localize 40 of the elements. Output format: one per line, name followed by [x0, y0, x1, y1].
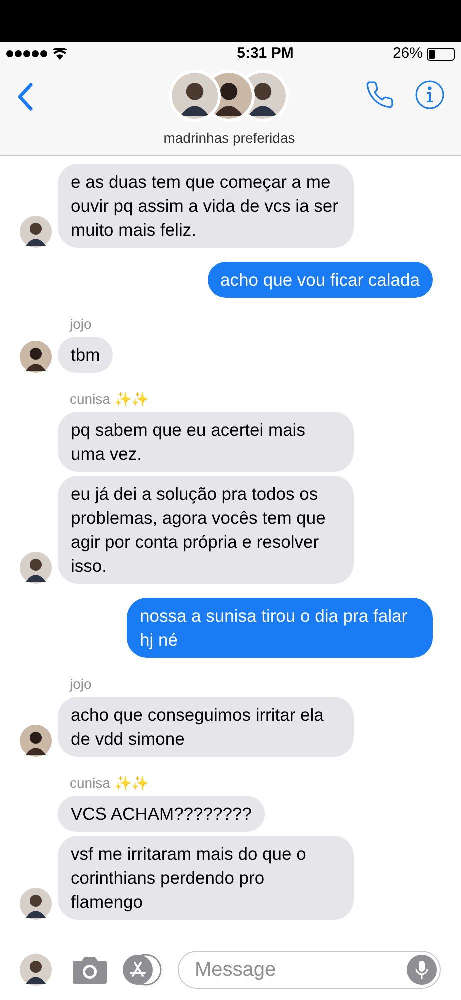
message-bubble: VCS ACHAM???????? [58, 796, 265, 832]
avatar-icon [20, 216, 52, 248]
wifi-icon [52, 48, 68, 60]
message-bubble: eu já dei a solução pra todos os problemas, agora vocês tem que agir por conta própria e resolver isso. [58, 476, 354, 584]
microphone-icon [415, 960, 429, 980]
info-button[interactable] [414, 80, 445, 110]
call-button[interactable] [364, 80, 395, 110]
back-button[interactable] [16, 82, 34, 112]
message-bubble: tbm [58, 337, 114, 373]
group-title: madrinhas preferidas [164, 129, 296, 148]
clock: 5:31 PM [237, 44, 294, 64]
avatar-icon [172, 73, 218, 119]
avatar-icon [20, 888, 52, 920]
back-icon [16, 82, 34, 112]
signal-icon [6, 50, 48, 58]
app-store-icon [122, 954, 164, 986]
avatar-icon [20, 341, 52, 373]
phone-icon [364, 80, 395, 110]
sender-name: jojo [68, 315, 93, 334]
battery-percent: 26% [392, 44, 423, 64]
avatar-icon [20, 552, 52, 584]
sender-name: cunisa ✨✨ [69, 390, 150, 409]
message-bubble: acho que vou ficar calada [208, 262, 433, 298]
message-bubble: acho que conseguimos irritar ela de vdd simone [58, 697, 354, 757]
microphone-button[interactable] [407, 955, 437, 985]
message-field[interactable]: Message [178, 951, 441, 989]
message-bubble: e as duas tem que começar a me ouvir pq assim a vida de vcs ia ser muito mais feliz. [58, 164, 354, 248]
group-avatars[interactable] [169, 70, 290, 122]
camera-icon [72, 955, 108, 985]
sender-name: jojo [68, 675, 93, 694]
message-bubble: nossa a sunisa tirou o dia pra falar hj né [127, 598, 433, 658]
avatar-icon [20, 954, 52, 986]
apps-button[interactable] [122, 954, 164, 986]
avatar-icon [20, 725, 52, 757]
sender-name: cunisa ✨✨ [69, 774, 150, 793]
message-bubble: vsf me irritaram mais do que o corinthians perdendo pro flamengo [58, 836, 354, 920]
message-bubble: pq sabem que eu acertei mais uma vez. [58, 412, 354, 472]
info-icon [414, 80, 445, 110]
camera-button[interactable] [72, 955, 108, 985]
battery-icon [426, 48, 455, 60]
